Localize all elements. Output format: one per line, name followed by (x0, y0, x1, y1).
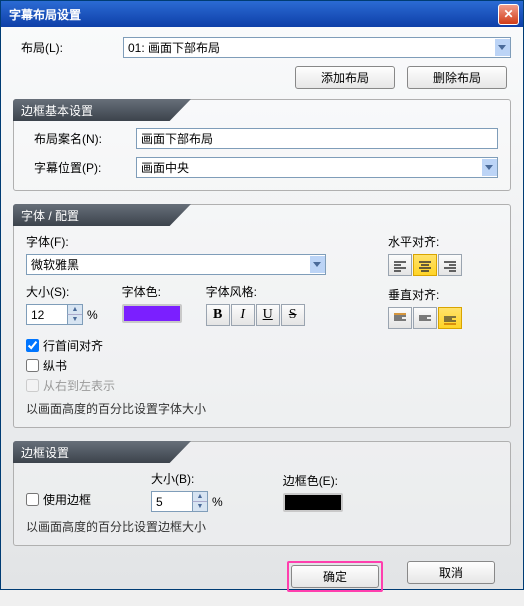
subtitle-pos-select[interactable]: 画面中央 (136, 157, 498, 178)
valign-bottom-button[interactable] (438, 307, 462, 329)
layout-select[interactable]: 01: 画面下部布局 (123, 37, 511, 58)
italic-button[interactable]: I (231, 304, 255, 326)
rtl-label: 从右到左表示 (43, 377, 115, 394)
spin-down-icon[interactable]: ▼ (67, 315, 82, 324)
border-note: 以画面高度的百分比设置边框大小 (26, 518, 498, 535)
add-layout-button[interactable]: 添加布局 (295, 66, 395, 89)
layout-label: 布局(L): (13, 39, 123, 56)
valign-top-button[interactable] (388, 307, 412, 329)
halign-left-button[interactable] (388, 254, 412, 276)
font-size-input[interactable] (27, 305, 67, 324)
font-select[interactable]: 微软雅黑 (26, 254, 326, 275)
close-button[interactable]: ✕ (498, 4, 519, 25)
rtl-checkbox (26, 379, 39, 392)
border-color-label: 边框色(E): (283, 472, 343, 489)
use-border-label: 使用边框 (43, 491, 91, 508)
border-size-input[interactable] (152, 492, 192, 511)
bold-button[interactable]: B (206, 304, 230, 326)
spin-down-icon[interactable]: ▼ (192, 502, 207, 511)
halign-label: 水平对齐: (388, 233, 498, 250)
rtl-checkbox-row: 从右到左表示 (26, 377, 498, 394)
cancel-button[interactable]: 取消 (407, 561, 495, 584)
border-color-swatch[interactable] (283, 493, 343, 512)
window-title: 字幕布局设置 (9, 6, 81, 23)
tategaki-label: 纵书 (43, 357, 67, 374)
underline-button[interactable]: U (256, 304, 280, 326)
font-color-label: 字体色: (122, 283, 182, 300)
font-note: 以画面高度的百分比设置字体大小 (26, 400, 498, 417)
valign-middle-icon (418, 313, 432, 325)
group-border-head: 边框设置 (13, 441, 191, 463)
delete-layout-button[interactable]: 删除布局 (407, 66, 507, 89)
titlebar: 字幕布局设置 ✕ (1, 1, 523, 27)
dialog-window: 字幕布局设置 ✕ 布局(L): 01: 画面下部布局 添加布局 删除布局 边框基… (0, 0, 524, 590)
halign-right-button[interactable] (438, 254, 462, 276)
group-border: 边框设置 使用边框 大小(B): ▲▼ % (13, 441, 511, 546)
layout-name-input[interactable] (136, 128, 498, 149)
group-basic-head: 边框基本设置 (13, 99, 191, 121)
linehead-checkbox[interactable] (26, 339, 39, 352)
use-border-row[interactable]: 使用边框 (26, 491, 91, 508)
layout-name-label: 布局案名(N): (26, 130, 136, 147)
linehead-label: 行首间对齐 (43, 337, 103, 354)
valign-label: 垂直对齐: (388, 286, 498, 303)
tategaki-checkbox[interactable] (26, 359, 39, 372)
strike-button[interactable]: S (281, 304, 305, 326)
valign-top-icon (393, 313, 407, 325)
group-font-head: 字体 / 配置 (13, 204, 191, 226)
pct-label: % (212, 495, 223, 509)
align-right-icon (443, 260, 457, 272)
font-color-swatch[interactable] (122, 304, 182, 323)
ok-button[interactable]: 确定 (291, 565, 379, 588)
border-size-spinner[interactable]: ▲▼ (151, 491, 208, 512)
spin-up-icon[interactable]: ▲ (67, 305, 82, 315)
dialog-body: 布局(L): 01: 画面下部布局 添加布局 删除布局 边框基本设置 布局案名(… (1, 27, 523, 606)
size-label: 大小(S): (26, 283, 98, 300)
tategaki-checkbox-row[interactable]: 纵书 (26, 357, 498, 374)
use-border-checkbox[interactable] (26, 493, 39, 506)
group-basic: 边框基本设置 布局案名(N): 字幕位置(P): 画面中央 (13, 99, 511, 191)
pct-label: % (87, 308, 98, 322)
border-size-label: 大小(B): (151, 470, 223, 487)
valign-middle-button[interactable] (413, 307, 437, 329)
align-left-icon (393, 260, 407, 272)
font-size-spinner[interactable]: ▲▼ (26, 304, 83, 325)
subtitle-pos-label: 字幕位置(P): (26, 159, 136, 176)
spin-up-icon[interactable]: ▲ (192, 492, 207, 502)
linehead-checkbox-row[interactable]: 行首间对齐 (26, 337, 498, 354)
valign-bottom-icon (443, 313, 457, 325)
font-style-label: 字体风格: (206, 283, 305, 300)
group-font: 字体 / 配置 字体(F): 微软雅黑 大小(S): (13, 204, 511, 428)
close-icon: ✕ (503, 7, 513, 21)
halign-center-button[interactable] (413, 254, 437, 276)
ok-highlight: 确定 (287, 561, 383, 592)
align-center-icon (418, 260, 432, 272)
font-label: 字体(F): (26, 233, 360, 250)
